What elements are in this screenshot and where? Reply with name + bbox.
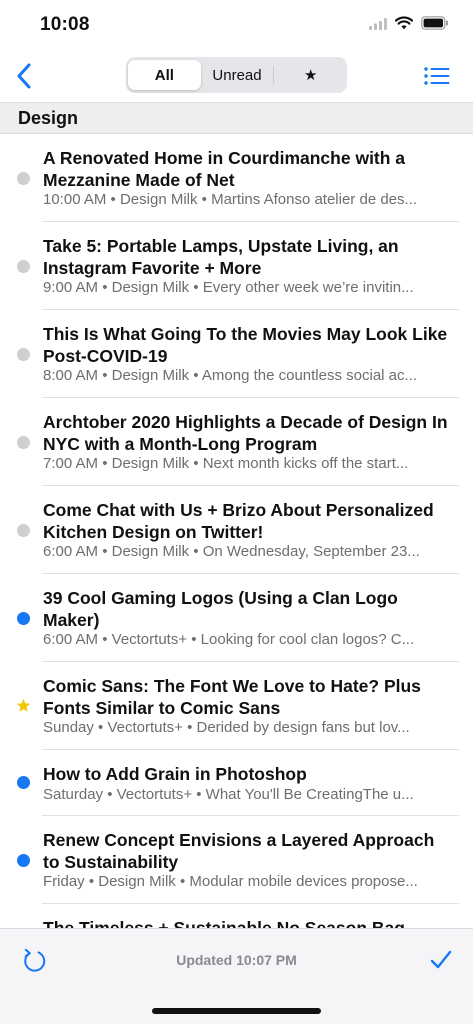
article-row[interactable]: 39 Cool Gaming Logos (Using a Clan Logo … (0, 574, 473, 662)
article-title: Comic Sans: The Font We Love to Hate? Pl… (43, 676, 421, 718)
article-title: Archtober 2020 Highlights a Decade of De… (43, 412, 448, 454)
article-row[interactable]: Take 5: Portable Lamps, Upstate Living, … (0, 222, 473, 310)
article-row[interactable]: Comic Sans: The Font We Love to Hate? Pl… (0, 662, 473, 750)
home-indicator (152, 1008, 321, 1014)
article-title: Take 5: Portable Lamps, Upstate Living, … (43, 236, 399, 278)
article-title: This Is What Going To the Movies May Loo… (43, 324, 448, 366)
unread-indicator (17, 776, 30, 789)
updated-status: Updated 10:07 PM (176, 952, 297, 968)
article-meta: 7:00 AM • Design Milk • Next month kicks… (43, 455, 409, 472)
unread-indicator (17, 854, 30, 867)
article-meta: Friday • Design Milk • Modular mobile de… (43, 873, 418, 890)
article-title: Renew Concept Envisions a Layered Approa… (43, 830, 435, 872)
article-row[interactable]: Renew Concept Envisions a Layered Approa… (0, 816, 473, 904)
checkmark-icon (430, 950, 452, 969)
read-indicator (17, 436, 30, 449)
unread-indicator (17, 612, 30, 625)
article-meta: 6:00 AM • Vectortuts+ • Looking for cool… (43, 631, 415, 648)
nav-bar: All Unread ★ (0, 50, 473, 102)
article-row[interactable]: Archtober 2020 Highlights a Decade of De… (0, 398, 473, 486)
article-meta: 9:00 AM • Design Milk • Every other week… (43, 279, 414, 296)
article-title: 39 Cool Gaming Logos (Using a Clan Logo … (43, 588, 398, 630)
read-indicator (17, 524, 30, 537)
article-title: The Timeless + Sustainable No Season Bag (43, 918, 405, 928)
article-row[interactable]: A Renovated Home in Courdimanche with a … (0, 134, 473, 222)
article-row[interactable]: This Is What Going To the Movies May Loo… (0, 310, 473, 398)
read-indicator (17, 260, 30, 273)
article-meta: 10:00 AM • Design Milk • Martins Afonso … (43, 191, 418, 208)
article-meta: Saturday • Vectortuts+ • What You'll Be … (43, 786, 414, 803)
chevron-left-icon (17, 63, 31, 89)
article-row[interactable]: How to Add Grain in Photoshop Saturday •… (0, 750, 473, 816)
battery-icon (421, 16, 449, 35)
article-title: Come Chat with Us + Brizo About Personal… (43, 500, 434, 542)
filter-segmented-control: All Unread ★ (126, 57, 347, 93)
article-meta: 8:00 AM • Design Milk • Among the countl… (43, 367, 418, 384)
article-list[interactable]: A Renovated Home in Courdimanche with a … (0, 134, 473, 928)
article-title: A Renovated Home in Courdimanche with a … (43, 148, 406, 190)
section-header: Design (0, 102, 473, 134)
segment-unread[interactable]: Unread (201, 60, 274, 90)
back-button[interactable] (10, 60, 38, 92)
article-row[interactable]: The Timeless + Sustainable No Season Bag (0, 904, 473, 928)
status-time: 10:08 (40, 14, 90, 35)
status-icons (369, 16, 449, 35)
list-icon (424, 67, 450, 85)
read-indicator (17, 348, 30, 361)
status-bar: 10:08 (0, 0, 473, 50)
article-meta: Sunday • Vectortuts+ • Derided by design… (43, 719, 410, 736)
star-icon (16, 698, 31, 713)
mark-all-read-button[interactable] (429, 948, 453, 972)
article-row[interactable]: Come Chat with Us + Brizo About Personal… (0, 486, 473, 574)
segment-all[interactable]: All (128, 60, 201, 90)
cellular-signal-icon (369, 17, 387, 35)
article-meta: 6:00 AM • Design Milk • On Wednesday, Se… (43, 543, 420, 560)
section-title: Design (18, 108, 79, 128)
article-title: How to Add Grain in Photoshop (43, 764, 307, 784)
read-indicator (17, 172, 30, 185)
wifi-icon (394, 16, 414, 35)
segment-starred[interactable]: ★ (274, 60, 347, 90)
list-view-button[interactable] (423, 64, 451, 88)
